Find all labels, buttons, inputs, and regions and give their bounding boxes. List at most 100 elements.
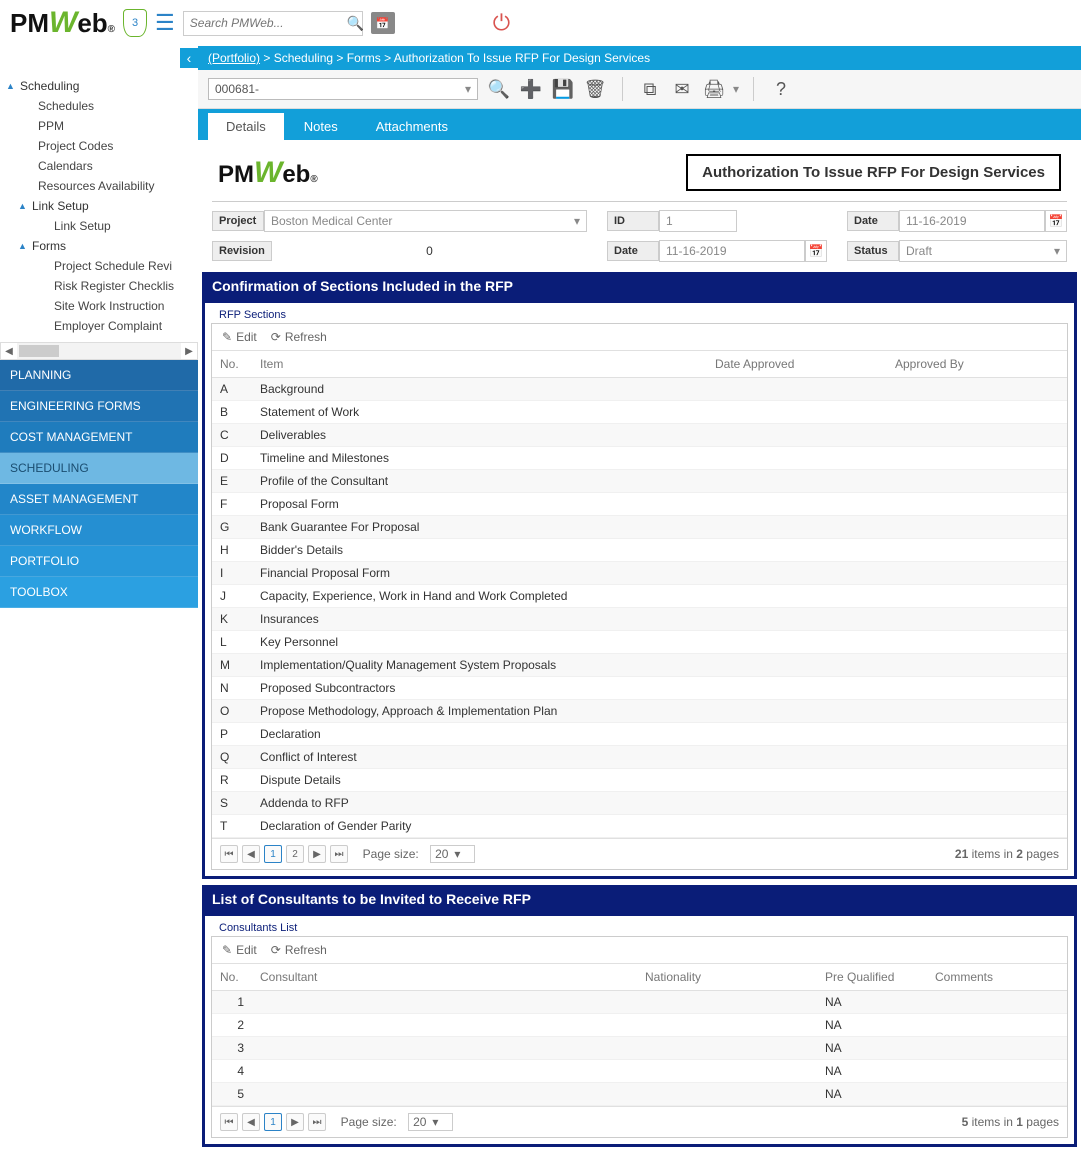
- pager-next-icon[interactable]: ▶: [308, 845, 326, 863]
- module-toolbox[interactable]: TOOLBOX: [0, 577, 198, 608]
- tree-scheduling[interactable]: ▲Scheduling: [0, 76, 198, 96]
- pager-page-1[interactable]: 1: [264, 845, 282, 863]
- table-row[interactable]: OPropose Methodology, Approach & Impleme…: [212, 700, 1067, 723]
- module-portfolio[interactable]: PORTFOLIO: [0, 546, 198, 577]
- help-icon[interactable]: ?: [768, 76, 794, 102]
- module-asset[interactable]: ASSET MANAGEMENT: [0, 484, 198, 515]
- pager-last-icon[interactable]: ⏭: [330, 845, 348, 863]
- menu-icon[interactable]: ☰: [155, 10, 175, 36]
- module-cost[interactable]: COST MANAGEMENT: [0, 422, 198, 453]
- module-planning[interactable]: PLANNING: [0, 360, 198, 391]
- table-row[interactable]: MImplementation/Quality Management Syste…: [212, 654, 1067, 677]
- tree-link-setup[interactable]: ▲Link Setup: [0, 196, 198, 216]
- tree-psr[interactable]: Project Schedule Revi: [0, 256, 198, 276]
- copy-icon[interactable]: ⧉: [637, 76, 663, 102]
- save-icon[interactable]: 💾: [550, 76, 576, 102]
- page-size-select[interactable]: 20▾: [408, 1113, 453, 1131]
- print-icon[interactable]: 🖨: [701, 76, 727, 102]
- tree-schedules[interactable]: Schedules: [0, 96, 198, 116]
- table-row[interactable]: 2NA: [212, 1014, 1067, 1037]
- tab-attachments[interactable]: Attachments: [358, 113, 466, 140]
- table-row[interactable]: QConflict of Interest: [212, 746, 1067, 769]
- page-size-select[interactable]: 20▾: [430, 845, 475, 863]
- scroll-right-icon[interactable]: ▶: [181, 346, 197, 357]
- pager-last-icon[interactable]: ⏭: [308, 1113, 326, 1131]
- search-icon[interactable]: 🔍: [347, 15, 364, 32]
- scroll-track[interactable]: [17, 343, 181, 359]
- id-field[interactable]: 1: [659, 210, 737, 232]
- col-comments[interactable]: Comments: [927, 964, 1067, 991]
- pager-next-icon[interactable]: ▶: [286, 1113, 304, 1131]
- table-row[interactable]: RDispute Details: [212, 769, 1067, 792]
- add-icon[interactable]: ➕: [518, 76, 544, 102]
- pager-prev-icon[interactable]: ◀: [242, 1113, 260, 1131]
- power-icon[interactable]: ⏻: [493, 10, 510, 36]
- table-row[interactable]: JCapacity, Experience, Work in Hand and …: [212, 585, 1067, 608]
- table-row[interactable]: LKey Personnel: [212, 631, 1067, 654]
- table-row[interactable]: DTimeline and Milestones: [212, 447, 1067, 470]
- table-row[interactable]: GBank Guarantee For Proposal: [212, 516, 1067, 539]
- shield-badge[interactable]: 3: [123, 9, 147, 37]
- table-row[interactable]: NProposed Subcontractors: [212, 677, 1067, 700]
- col-item[interactable]: Item: [252, 351, 707, 378]
- tree-resources[interactable]: Resources Availability: [0, 176, 198, 196]
- module-engineering[interactable]: ENGINEERING FORMS: [0, 391, 198, 422]
- status-field[interactable]: Draft▾: [899, 240, 1067, 262]
- tree-ec[interactable]: Employer Complaint: [0, 316, 198, 336]
- col-prequalified[interactable]: Pre Qualified: [817, 964, 927, 991]
- pager-first-icon[interactable]: ⏮: [220, 845, 238, 863]
- sidebar-collapse-icon[interactable]: ‹: [180, 48, 198, 68]
- tree-project-codes[interactable]: Project Codes: [0, 136, 198, 156]
- record-selector[interactable]: 000681- ▾: [208, 78, 478, 100]
- col-no[interactable]: No.: [212, 964, 252, 991]
- scroll-thumb[interactable]: [19, 345, 59, 357]
- tab-details[interactable]: Details: [208, 113, 284, 140]
- col-consultant[interactable]: Consultant: [252, 964, 637, 991]
- breadcrumb-portfolio-link[interactable]: (Portfolio): [208, 51, 260, 65]
- edit-button[interactable]: ✎Edit: [222, 330, 257, 344]
- edit-button[interactable]: ✎Edit: [222, 943, 257, 957]
- calendar-icon[interactable]: 📅: [805, 240, 827, 262]
- table-row[interactable]: EProfile of the Consultant: [212, 470, 1067, 493]
- delete-icon[interactable]: 🗑: [582, 76, 608, 102]
- pager-page-2[interactable]: 2: [286, 845, 304, 863]
- table-row[interactable]: 5NA: [212, 1083, 1067, 1106]
- tree-calendars[interactable]: Calendars: [0, 156, 198, 176]
- tree-link-setup-child[interactable]: Link Setup: [0, 216, 198, 236]
- search-icon[interactable]: 🔍: [486, 76, 512, 102]
- table-row[interactable]: PDeclaration: [212, 723, 1067, 746]
- table-row[interactable]: BStatement of Work: [212, 401, 1067, 424]
- table-row[interactable]: SAddenda to RFP: [212, 792, 1067, 815]
- search-input[interactable]: [190, 16, 347, 30]
- mail-icon[interactable]: ✉: [669, 76, 695, 102]
- tree-h-scrollbar[interactable]: ◀ ▶: [0, 342, 198, 360]
- table-row[interactable]: 3NA: [212, 1037, 1067, 1060]
- pager-first-icon[interactable]: ⏮: [220, 1113, 238, 1131]
- tab-notes[interactable]: Notes: [286, 113, 356, 140]
- scroll-left-icon[interactable]: ◀: [1, 346, 17, 357]
- table-row[interactable]: KInsurances: [212, 608, 1067, 631]
- table-row[interactable]: CDeliverables: [212, 424, 1067, 447]
- tree-forms[interactable]: ▲Forms: [0, 236, 198, 256]
- calendar-shortcut-icon[interactable]: 📅: [371, 12, 395, 34]
- col-date-approved[interactable]: Date Approved: [707, 351, 887, 378]
- table-row[interactable]: FProposal Form: [212, 493, 1067, 516]
- table-row[interactable]: IFinancial Proposal Form: [212, 562, 1067, 585]
- col-no[interactable]: No.: [212, 351, 252, 378]
- table-row[interactable]: TDeclaration of Gender Parity: [212, 815, 1067, 838]
- pager-page-1[interactable]: 1: [264, 1113, 282, 1131]
- table-row[interactable]: 4NA: [212, 1060, 1067, 1083]
- table-row[interactable]: 1NA: [212, 991, 1067, 1014]
- calendar-icon[interactable]: 📅: [1045, 210, 1067, 232]
- dropdown-caret-icon[interactable]: ▾: [733, 82, 739, 96]
- refresh-button[interactable]: ⟳Refresh: [271, 330, 327, 344]
- date2-field[interactable]: 11-16-2019: [659, 240, 805, 262]
- tree-rrc[interactable]: Risk Register Checklis: [0, 276, 198, 296]
- col-nationality[interactable]: Nationality: [637, 964, 817, 991]
- table-row[interactable]: ABackground: [212, 378, 1067, 401]
- tree-ppm[interactable]: PPM: [0, 116, 198, 136]
- module-scheduling[interactable]: SCHEDULING: [0, 453, 198, 484]
- search-box[interactable]: 🔍: [183, 11, 363, 36]
- col-approved-by[interactable]: Approved By: [887, 351, 1067, 378]
- refresh-button[interactable]: ⟳Refresh: [271, 943, 327, 957]
